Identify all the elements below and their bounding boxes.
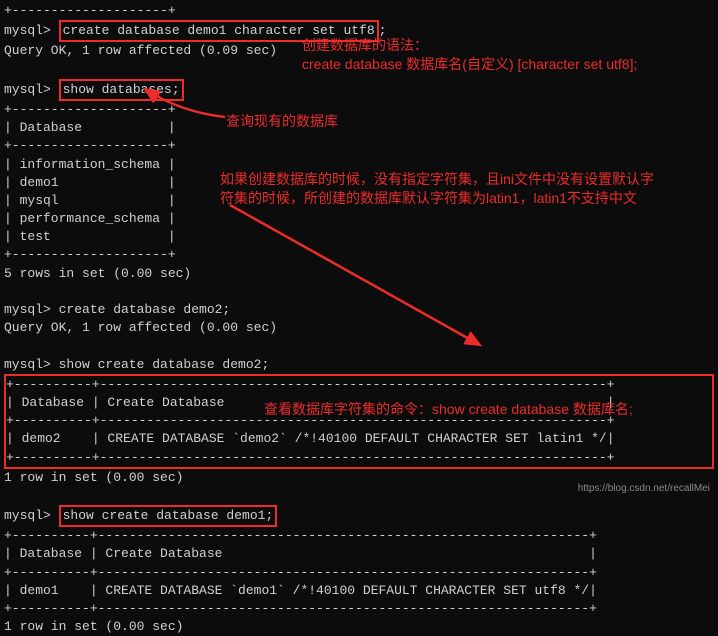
tbl2-border: +----------+----------------------------… [6,449,712,467]
tbl1-border: +--------------------+ [0,101,718,119]
watermark: https://blog.csdn.net/recallMei [578,482,710,496]
tbl1-header: | Database | [0,119,718,137]
prompt: mysql> [4,302,59,317]
tbl1-border: +--------------------+ [0,246,718,264]
tbl3-footer: 1 row in set (0.00 sec) [0,618,718,636]
cmd-text: show create database demo2; [59,357,270,372]
tbl3-border: +----------+----------------------------… [0,600,718,618]
cmd-text: show databases; [63,82,180,97]
cmd-line-5: mysql> show create database demo1; [0,505,718,527]
prompt: mysql> [4,357,59,372]
annotation-show-create: 查看数据库字符集的命令：show create database 数据库名; [264,400,633,419]
cmd-line-3: mysql> create database demo2; [0,301,718,319]
tbl1-footer: 5 rows in set (0.00 sec) [0,265,718,283]
tbl2-border: +----------+----------------------------… [6,376,712,394]
prompt: mysql> [4,508,59,523]
table-row: | demo1 | CREATE DATABASE `demo1` /*!401… [0,582,718,600]
table-row: | performance_schema | [0,210,718,228]
blank [0,283,718,301]
highlight-box-3: +----------+----------------------------… [4,374,714,469]
cmd-text: create database demo2; [59,302,231,317]
tbl3-border: +----------+----------------------------… [0,564,718,582]
annotation-line: create database 数据库名(自定义) [character set… [302,55,637,74]
prompt: mysql> [4,82,59,97]
annotation-line: 创建数据库的语法： [302,36,637,55]
annotation-query: 查询现有的数据库 [226,112,338,131]
tbl3-border: +----------+----------------------------… [0,527,718,545]
annotation-line: 如果创建数据库的时候，没有指定字符集，且ini文件中没有设置默认字 [220,170,654,189]
annotation-syntax: 创建数据库的语法： create database 数据库名(自定义) [cha… [302,36,637,74]
annotation-charset: 如果创建数据库的时候，没有指定字符集，且ini文件中没有设置默认字 符集的时候，… [220,170,654,208]
highlight-box-4: show create database demo1; [59,505,278,527]
table-row: | demo2 | CREATE DATABASE `demo2` /*!401… [6,430,712,448]
annotation-line: 符集的时候，所创建的数据库默认字符集为latin1，latin1不支持中文 [220,189,654,208]
tbl3-header: | Database | Create Database | [0,545,718,563]
cmd-line-2: mysql> show databases; [0,79,718,101]
row-top-border: +--------------------+ [0,2,718,20]
terminal-output: +--------------------+ mysql> create dat… [0,0,718,636]
tbl1-border: +--------------------+ [0,137,718,155]
response-3: Query OK, 1 row affected (0.00 sec) [0,319,718,337]
prompt: mysql> [4,23,59,38]
cmd-line-4: mysql> show create database demo2; [0,356,718,374]
cmd-text: show create database demo1; [63,508,274,523]
table-row: | test | [0,228,718,246]
highlight-box-2: show databases; [59,79,184,101]
blank [0,337,718,355]
